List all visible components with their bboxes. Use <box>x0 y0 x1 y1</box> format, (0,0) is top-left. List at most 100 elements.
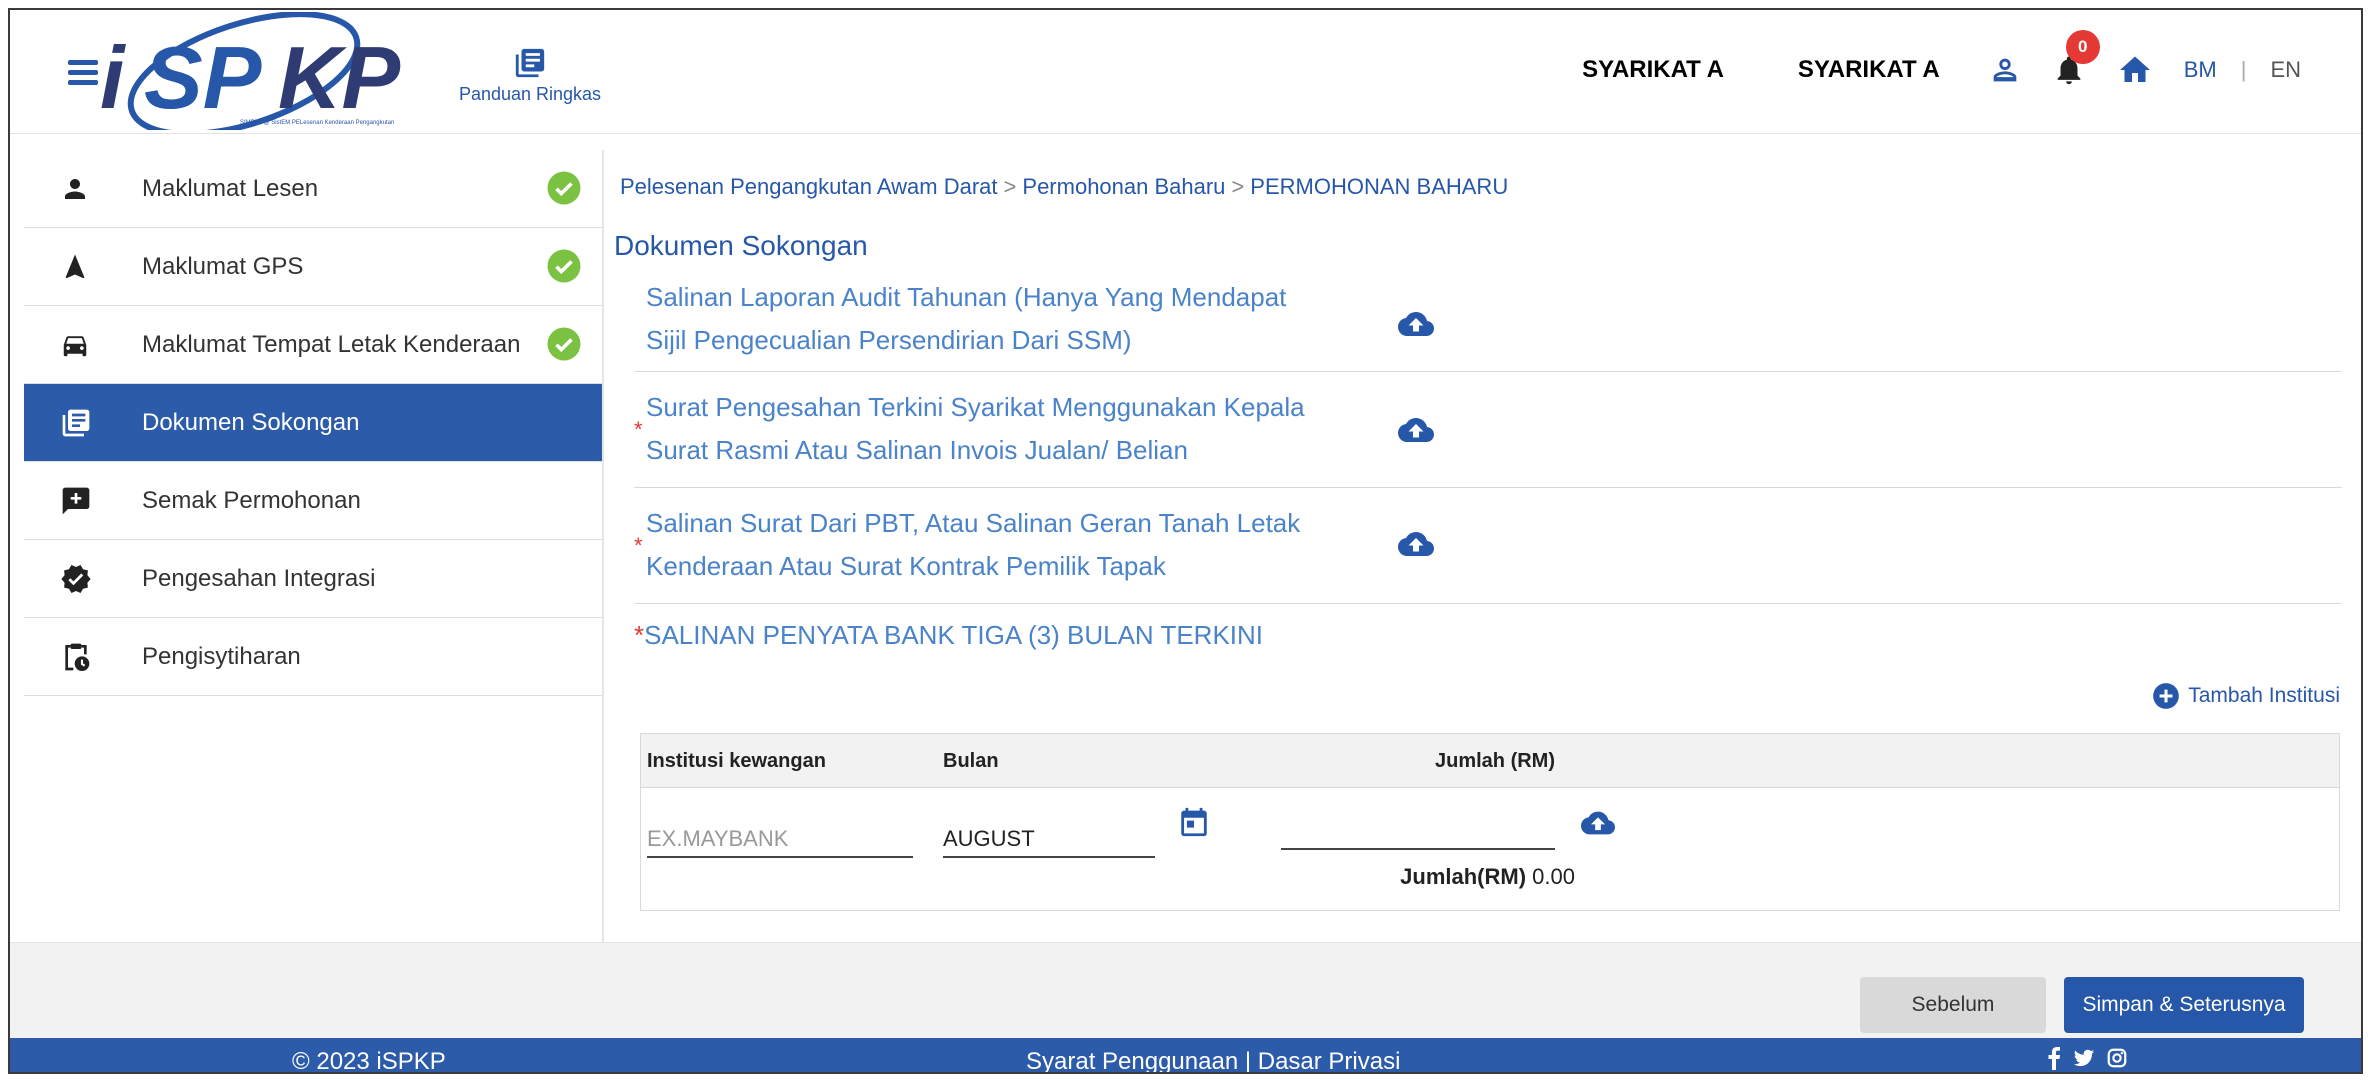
app-frame: i SP KP SIMPEL @ SistEM PELesenan Kender… <box>8 8 2363 1074</box>
previous-button[interactable]: Sebelum <box>1860 977 2046 1033</box>
sidebar-item-maklumat-tempat-letak[interactable]: Maklumat Tempat Letak Kenderaan <box>24 306 602 384</box>
svg-text:SP: SP <box>144 28 262 127</box>
breadcrumb: Pelesenan Pengangkutan Awam Darat > Permoh… <box>620 174 1508 200</box>
step-sidebar: Maklumat Lesen Maklumat GPS Maklumat Tem… <box>24 150 602 696</box>
document-label-line: Kenderaan Atau Surat Kontrak Pemilik Tap… <box>646 551 1166 581</box>
required-marker: * <box>634 533 643 558</box>
review-icon <box>60 485 116 517</box>
bank-statement-title-text: SALINAN PENYATA BANK TIGA (3) BULAN TERK… <box>644 620 1264 650</box>
document-row: * Salinan Surat Dari PBT, Atau Salinan G… <box>634 488 2342 604</box>
notification-count-badge: 0 <box>2065 30 2100 64</box>
sidebar-item-label: Maklumat GPS <box>142 252 304 280</box>
column-header-month: Bulan <box>943 750 999 772</box>
document-label-line: Sijil Pengecualian Persendirian Dari SSM… <box>646 325 1132 355</box>
sidebar-item-pengisytiharan[interactable]: Pengisytiharan <box>24 618 602 696</box>
page-footer: © 2023 iSPKP Syarat Penggunaan | Dasar P… <box>10 1038 2361 1074</box>
cloud-upload-icon[interactable] <box>1398 306 1434 347</box>
save-and-next-button[interactable]: Simpan & Seterusnya <box>2064 977 2304 1033</box>
sidebar-item-label: Maklumat Tempat Letak Kenderaan <box>142 330 521 358</box>
sidebar-item-label: Dokumen Sokongan <box>142 408 360 436</box>
sidebar-item-maklumat-lesen[interactable]: Maklumat Lesen <box>24 150 602 228</box>
document-label: Salinan Laporan Audit Tahunan (Hanya Yan… <box>634 276 1314 362</box>
quick-guide-link[interactable]: Panduan Ringkas <box>450 46 610 105</box>
social-links <box>2046 1046 2128 1070</box>
copyright-text: © 2023 iSPKP <box>292 1048 446 1074</box>
language-bm[interactable]: BM <box>2184 57 2217 83</box>
page-title: Dokumen Sokongan <box>614 230 868 261</box>
add-circle-icon <box>2153 683 2180 709</box>
document-label-line: Salinan Surat Dari PBT, Atau Salinan Ger… <box>646 508 1301 538</box>
person-icon <box>60 174 116 204</box>
breadcrumb-item-3: PERMOHONAN BAHARU <box>1250 174 1509 199</box>
breadcrumb-separator: > <box>1231 174 1245 199</box>
top-header: i SP KP SIMPEL @ SistEM PELesenan Kender… <box>10 10 2361 137</box>
check-circle-icon <box>546 170 582 211</box>
language-en[interactable]: EN <box>2270 57 2301 83</box>
document-row: Salinan Laporan Audit Tahunan (Hanya Yan… <box>634 268 2342 372</box>
table-header: Institusi kewangan Bulan Jumlah (RM) <box>641 734 2339 788</box>
cloud-upload-icon[interactable] <box>1581 806 1615 845</box>
document-label-line: Salinan Laporan Audit Tahunan (Hanya Yan… <box>646 282 1287 312</box>
navigation-arrow-icon <box>60 252 116 282</box>
breadcrumb-item-1[interactable]: Pelesenan Pengangkutan Awam Darat <box>620 174 998 199</box>
header-right: SYARIKAT A SYARIKAT A 0 BM | EN <box>1582 30 2301 100</box>
home-icon[interactable] <box>2116 52 2154 88</box>
svg-text:KP: KP <box>278 28 401 127</box>
verified-badge-icon <box>60 563 116 595</box>
quick-guide-label: Panduan Ringkas <box>458 84 602 104</box>
footer-links[interactable]: Syarat Penggunaan | Dasar Privasi <box>1026 1048 1400 1072</box>
notification-bell-icon[interactable]: 0 <box>2052 30 2100 88</box>
document-label-line: Surat Pengesahan Terkini Syarikat Menggu… <box>646 392 1305 422</box>
company-name-secondary: SYARIKAT A <box>1797 56 1940 83</box>
svg-text:i: i <box>100 28 126 127</box>
document-label: * Surat Pengesahan Terkini Syarikat Meng… <box>634 386 1314 472</box>
sidebar-item-pengesahan-integrasi[interactable]: Pengesahan Integrasi <box>24 540 602 618</box>
twitter-icon[interactable] <box>2072 1047 2096 1069</box>
sidebar-item-label: Maklumat Lesen <box>142 174 319 202</box>
car-icon <box>60 330 116 360</box>
calendar-icon[interactable] <box>1177 804 1211 845</box>
sidebar-item-maklumat-gps[interactable]: Maklumat GPS <box>24 228 602 306</box>
guide-book-icon <box>515 48 545 78</box>
institution-input[interactable]: EX.MAYBANK <box>647 814 913 858</box>
company-name: SYARIKAT A <box>1582 56 1724 83</box>
document-label: * Salinan Surat Dari PBT, Atau Salinan G… <box>634 502 1314 588</box>
logo-tagline: SIMPEL @ SistEM PELesenan Kenderaan Peng… <box>240 120 394 126</box>
instagram-icon[interactable] <box>2106 1047 2128 1069</box>
breadcrumb-separator: > <box>1003 174 1017 199</box>
check-circle-icon <box>546 248 582 289</box>
column-header-institution: Institusi kewangan <box>647 750 826 772</box>
user-profile-icon[interactable] <box>1988 53 2022 87</box>
bank-statement-title: *SALINAN PENYATA BANK TIGA (3) BULAN TER… <box>634 620 1263 651</box>
bank-statement-table: Institusi kewangan Bulan Jumlah (RM) EX.… <box>640 733 2340 911</box>
check-circle-icon <box>546 326 582 367</box>
add-institution-button[interactable]: Tambah Institusi <box>2152 682 2340 710</box>
row-total: Jumlah(RM) 0.00 <box>1361 864 1575 890</box>
clipboard-clock-icon <box>60 640 116 674</box>
sidebar-item-label: Pengesahan Integrasi <box>142 564 376 592</box>
amount-input[interactable] <box>1281 806 1555 850</box>
form-actions-bar: Sebelum Simpan & Seterusnya <box>10 942 2361 1042</box>
document-label-line: Surat Rasmi Atau Salinan Invois Jualan/ … <box>646 435 1188 465</box>
add-institution-label: Tambah Institusi <box>2188 684 2340 707</box>
breadcrumb-item-2[interactable]: Permohonan Baharu <box>1022 174 1225 199</box>
ispkp-logo[interactable]: i SP KP SIMPEL @ SistEM PELesenan Kender… <box>54 11 454 137</box>
sidebar-divider <box>602 150 604 950</box>
required-marker: * <box>634 620 645 650</box>
column-header-amount: Jumlah (RM) <box>1435 750 1555 772</box>
total-label: Jumlah(RM) <box>1400 864 1527 889</box>
facebook-icon[interactable] <box>2046 1046 2062 1070</box>
cloud-upload-icon[interactable] <box>1398 412 1434 453</box>
total-value: 0.00 <box>1532 864 1575 889</box>
cloud-upload-icon[interactable] <box>1398 526 1434 567</box>
document-row: * Surat Pengesahan Terkini Syarikat Meng… <box>634 372 2342 488</box>
hamburger-menu-icon[interactable] <box>68 60 98 85</box>
table-row: EX.MAYBANK AUGUST Jumlah(RM) 0.00 <box>641 788 2339 910</box>
document-list-icon <box>60 407 116 439</box>
month-input[interactable]: AUGUST <box>943 814 1155 858</box>
required-marker: * <box>634 417 643 442</box>
language-separator: | <box>2240 57 2247 82</box>
sidebar-item-label: Pengisytiharan <box>142 642 301 670</box>
sidebar-item-dokumen-sokongan[interactable]: Dokumen Sokongan <box>24 384 602 462</box>
sidebar-item-semak-permohonan[interactable]: Semak Permohonan <box>24 462 602 540</box>
